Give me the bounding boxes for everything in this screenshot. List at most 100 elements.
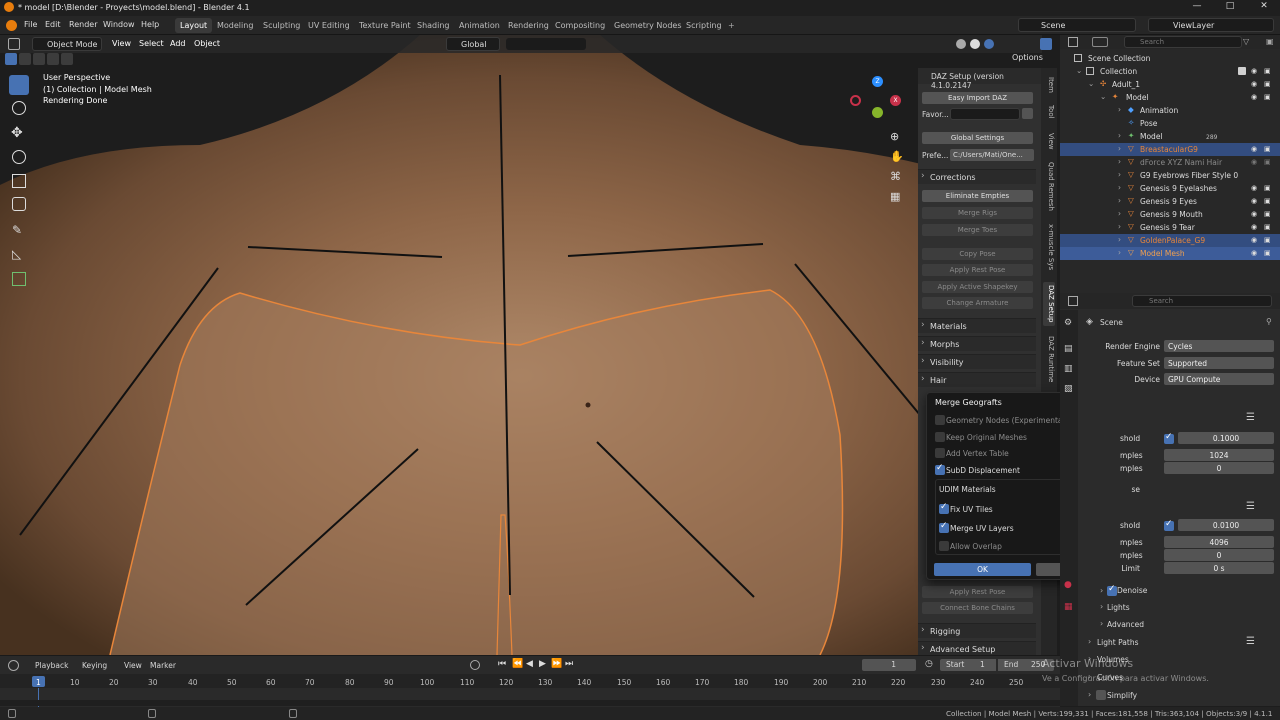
connect-bone-chains-button[interactable]: Connect Bone Chains <box>922 602 1033 614</box>
menu-window[interactable]: Window <box>103 20 135 29</box>
noise-threshold-field[interactable]: 0.1000 <box>1178 432 1274 444</box>
preferences-path-dropdown[interactable]: C:/Users/Mati/One... <box>950 149 1034 161</box>
render-camera-icon[interactable]: ▣ <box>1264 184 1272 192</box>
render-camera-icon[interactable]: ▣ <box>1264 223 1272 231</box>
device-dropdown[interactable]: GPU Compute <box>1164 373 1274 385</box>
timeline-menu-playback[interactable]: Playback <box>35 661 68 670</box>
maximize-button[interactable]: □ <box>1218 1 1242 15</box>
eliminate-empties-button[interactable]: Eliminate Empties <box>922 190 1033 202</box>
select-subtract-icon[interactable] <box>33 53 45 65</box>
select-new-icon[interactable] <box>5 53 17 65</box>
properties-search-input[interactable]: Search <box>1132 295 1272 307</box>
move-tool-icon[interactable]: ✥ <box>11 125 23 141</box>
transform-tool-icon[interactable] <box>12 197 26 211</box>
outliner-row-collection[interactable]: ⌄ Collection ◉ ▣ <box>1060 65 1280 78</box>
scale-tool-icon[interactable] <box>12 174 26 188</box>
expand-arrow-icon[interactable]: › <box>1100 586 1103 595</box>
visibility-eye-icon[interactable]: ◉ <box>1251 67 1259 75</box>
lights-label[interactable]: Lights <box>1107 603 1130 612</box>
viewport-shading-controls[interactable] <box>870 38 1052 50</box>
pin-icon[interactable]: ⚲ <box>1266 317 1272 326</box>
expand-arrow-icon[interactable]: › <box>1118 196 1121 205</box>
expand-arrow-icon[interactable]: ⌄ <box>1088 79 1094 88</box>
tab-animation[interactable]: Animation <box>454 18 505 33</box>
visibility-eye-icon[interactable]: ◉ <box>1251 197 1259 205</box>
tab-item[interactable]: Item <box>1043 74 1055 96</box>
max-samples-field[interactable]: 1024 <box>1164 449 1274 461</box>
folder-icon[interactable] <box>1022 108 1033 119</box>
view-layer-tab-icon[interactable]: ▧ <box>1064 384 1073 394</box>
stopwatch-icon[interactable]: ◷ <box>925 659 933 669</box>
advanced-label[interactable]: Advanced <box>1107 620 1144 629</box>
render-max-samples-field[interactable]: 4096 <box>1164 536 1274 548</box>
copy-pose-button[interactable]: Copy Pose <box>922 248 1033 260</box>
apply-rest-pose-button[interactable]: Apply Rest Pose <box>922 264 1033 276</box>
keep-original-meshes-checkbox[interactable] <box>935 432 945 442</box>
jump-keyframe-forward-icon[interactable]: ⏩ <box>551 659 562 669</box>
add-workspace-button[interactable]: + <box>723 18 740 33</box>
expand-arrow-icon[interactable]: › <box>1118 105 1121 114</box>
expand-arrow-icon[interactable]: › <box>1118 144 1121 153</box>
outliner-editor-icon[interactable] <box>1068 37 1078 47</box>
timeline-scrollbar[interactable] <box>0 700 1060 706</box>
zoom-icon[interactable]: ⊕ <box>890 130 899 143</box>
visibility-eye-icon[interactable]: ◉ <box>1251 184 1259 192</box>
render-min-samples-field[interactable]: 0 <box>1164 549 1274 561</box>
visibility-eye-icon[interactable]: ◉ <box>1251 223 1259 231</box>
rotate-tool-icon[interactable] <box>12 150 26 164</box>
y-axis-icon[interactable] <box>872 107 883 118</box>
expand-arrow-icon[interactable]: › <box>1088 690 1091 699</box>
options-dropdown[interactable]: Options <box>1012 53 1043 62</box>
list-options-icon[interactable]: ☰ <box>1246 501 1255 512</box>
minimize-button[interactable]: — <box>1185 1 1209 15</box>
scene-selector[interactable]: Scene <box>1018 18 1136 32</box>
annotate-tool-icon[interactable]: ✎ <box>12 223 22 237</box>
output-tab-icon[interactable]: ▥ <box>1064 364 1073 374</box>
easy-import-daz-button[interactable]: Easy Import DAZ <box>922 92 1033 104</box>
expand-arrow-icon[interactable]: › <box>1118 235 1121 244</box>
merge-uv-layers-checkbox[interactable] <box>939 521 949 533</box>
mode-selector[interactable]: Object Mode <box>32 37 102 51</box>
light-paths-section[interactable]: Light Paths <box>1097 638 1138 647</box>
noise-threshold-checkbox[interactable] <box>1164 432 1174 444</box>
menu-render[interactable]: Render <box>69 20 97 29</box>
outliner-row-model-data[interactable]: › ✦ Model 289 <box>1060 130 1280 143</box>
tab-uv-editing[interactable]: UV Editing <box>303 18 355 33</box>
fix-uv-tiles-checkbox[interactable] <box>939 502 949 514</box>
daz-setup-header[interactable]: DAZ Setup (version 4.1.0.2147 <box>918 68 1041 90</box>
render-camera-icon[interactable]: ▣ <box>1264 145 1272 153</box>
simplify-section[interactable]: Simplify <box>1107 691 1137 700</box>
properties-editor-icon[interactable] <box>1068 296 1078 306</box>
expand-arrow-icon[interactable]: › <box>1100 602 1103 611</box>
outliner-row-animation[interactable]: › ◆ Animation <box>1060 104 1280 117</box>
tab-rendering[interactable]: Rendering <box>503 18 554 33</box>
tab-view[interactable]: View <box>1043 130 1055 152</box>
denoise-label[interactable]: Denoise <box>1117 586 1147 595</box>
filter-icon[interactable]: ▽ <box>1243 37 1249 46</box>
viewlayer-selector[interactable]: ViewLayer <box>1148 18 1274 32</box>
expand-arrow-icon[interactable]: › <box>1118 248 1121 257</box>
rigging-section[interactable]: Rigging <box>918 623 1036 638</box>
timeline-menu-keying[interactable]: Keying <box>82 661 107 670</box>
render-camera-icon[interactable]: ▣ <box>1264 80 1272 88</box>
favor-path-field[interactable] <box>950 108 1020 120</box>
select-invert-icon[interactable] <box>47 53 59 65</box>
outliner-row-genesis9-mouth[interactable]: › ▽ Genesis 9 Mouth ◉ ▣ <box>1060 208 1280 221</box>
exclude-checkbox[interactable] <box>1238 67 1246 75</box>
viewport-menu-add[interactable]: Add <box>170 39 186 48</box>
allow-overlap-checkbox[interactable] <box>939 541 949 551</box>
outliner-row-adult-1[interactable]: ⌄ ✣ Adult_1 ◉ ▣ <box>1060 78 1280 91</box>
measure-tool-icon[interactable]: ◺ <box>12 247 21 261</box>
z-axis-icon[interactable]: Z <box>872 76 883 87</box>
menu-help[interactable]: Help <box>141 20 159 29</box>
outliner-row-genesis9-eyes[interactable]: › ▽ Genesis 9 Eyes ◉ ▣ <box>1060 195 1280 208</box>
render-engine-dropdown[interactable]: Cycles <box>1164 340 1274 352</box>
outliner-row-genesis9-eyelashes[interactable]: › ▽ Genesis 9 Eyelashes ◉ ▣ <box>1060 182 1280 195</box>
change-armature-button[interactable]: Change Armature <box>922 297 1033 309</box>
add-cube-tool-icon[interactable] <box>12 272 26 286</box>
simplify-checkbox[interactable] <box>1096 690 1106 700</box>
feature-set-dropdown[interactable]: Supported <box>1164 357 1274 369</box>
outliner-row-pose[interactable]: ✧ Pose <box>1060 117 1280 130</box>
jump-keyframe-back-icon[interactable]: ⏪ <box>512 659 523 669</box>
global-settings-button[interactable]: Global Settings <box>922 132 1033 144</box>
